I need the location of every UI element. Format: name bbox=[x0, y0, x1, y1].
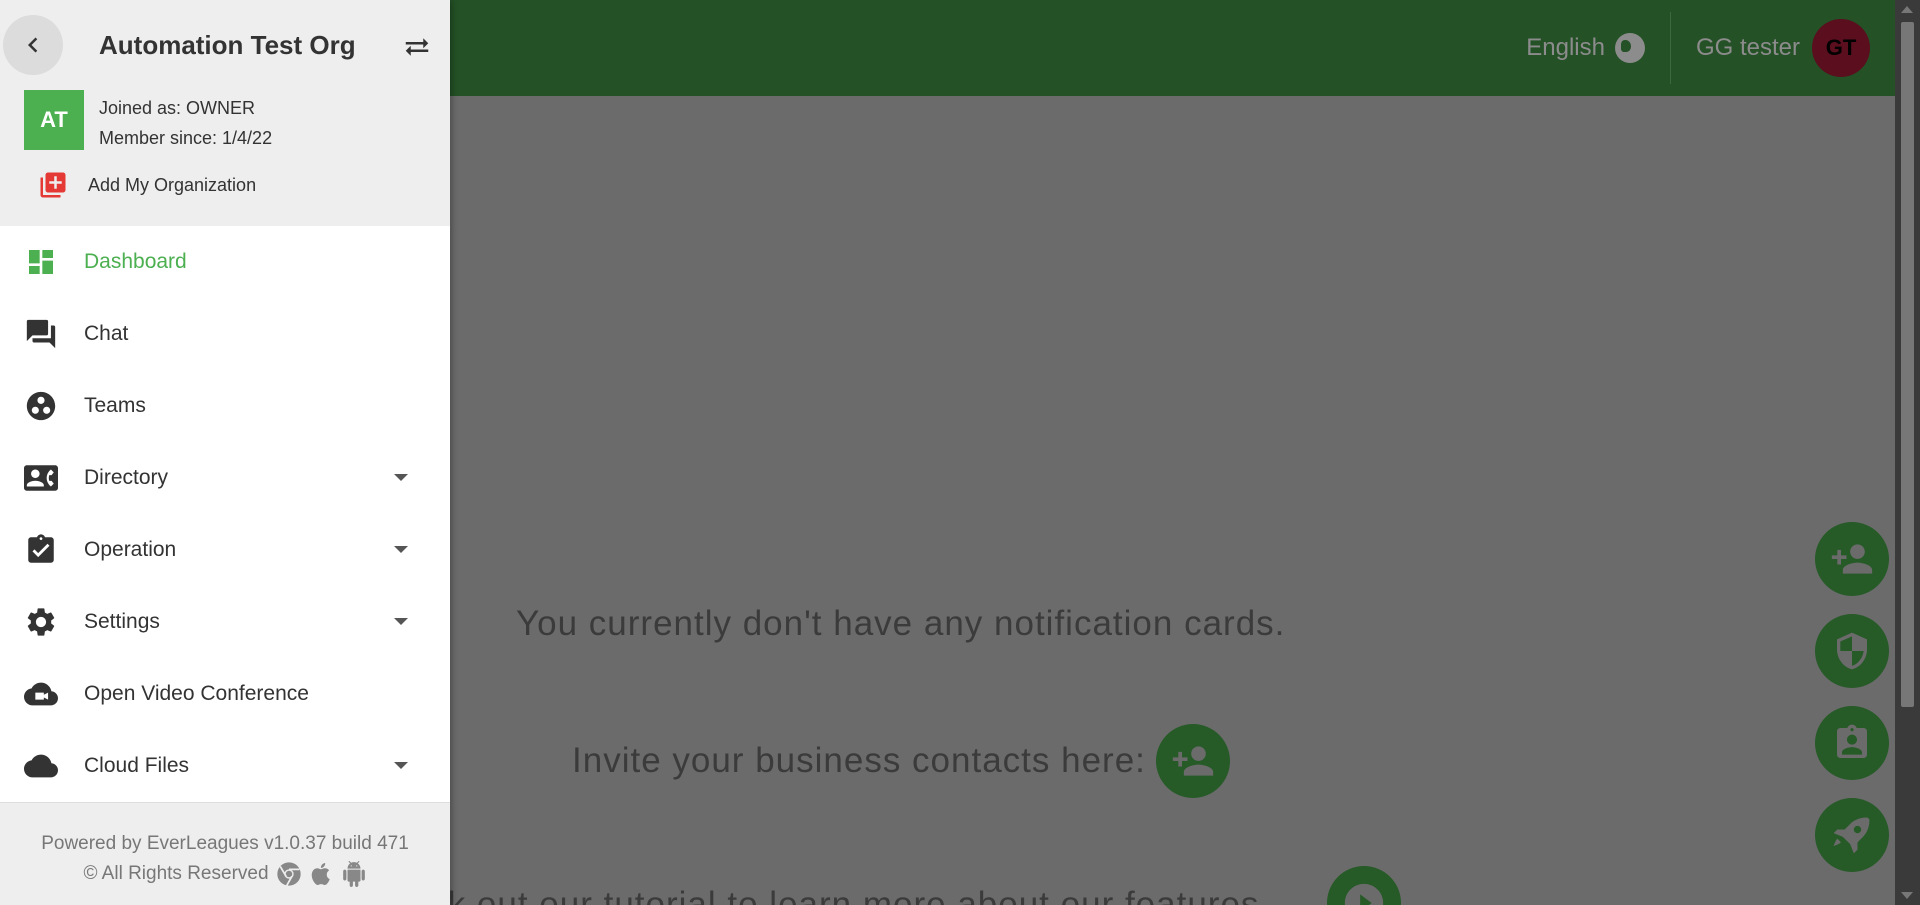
add-org-icon bbox=[40, 172, 66, 198]
nav-item-video-conference[interactable]: Open Video Conference bbox=[0, 658, 450, 730]
main-content: You currently don't have any notificatio… bbox=[450, 96, 1895, 905]
member-since: Member since: 1/4/22 bbox=[99, 128, 273, 148]
cloud-icon bbox=[24, 749, 58, 783]
top-bar-right: English GG tester GT bbox=[1526, 0, 1870, 96]
page-scrollbar[interactable] bbox=[1895, 0, 1920, 905]
chevron-down-icon[interactable] bbox=[394, 618, 408, 625]
nav-label-video-conference: Open Video Conference bbox=[84, 682, 309, 705]
rocket-icon bbox=[1833, 817, 1870, 854]
nav-item-operation[interactable]: Operation bbox=[0, 514, 450, 586]
nav-item-settings[interactable]: Settings bbox=[0, 586, 450, 658]
globe-icon bbox=[1614, 33, 1645, 63]
settings-icon bbox=[24, 605, 58, 639]
org-header: Automation Test Org AT Joined as: OWNER … bbox=[0, 0, 450, 226]
rights-text: © All Rights Reserved bbox=[83, 863, 269, 884]
language-label: English bbox=[1526, 34, 1605, 61]
add-organization-link[interactable]: Add My Organization bbox=[38, 170, 256, 200]
close-drawer-button[interactable] bbox=[3, 15, 63, 75]
directory-icon bbox=[24, 461, 58, 495]
nav-item-directory[interactable]: Directory bbox=[0, 442, 450, 514]
chat-icon bbox=[24, 317, 58, 351]
teams-icon bbox=[24, 389, 58, 423]
chrome-icon[interactable] bbox=[275, 860, 303, 888]
add-person-icon bbox=[1831, 544, 1873, 574]
nav-label-chat: Chat bbox=[84, 322, 129, 345]
org-name: Automation Test Org bbox=[99, 30, 356, 60]
tutorial-text: Check out our tutorial to learn more abo… bbox=[362, 885, 1262, 905]
chevron-down-icon[interactable] bbox=[394, 546, 408, 553]
android-icon[interactable] bbox=[341, 860, 367, 888]
drawer-nav: Dashboard Chat Teams Directory Operation… bbox=[0, 226, 450, 802]
apple-icon[interactable] bbox=[309, 860, 335, 888]
language-selector[interactable]: English bbox=[1526, 12, 1671, 84]
footer-rights-row: © All Rights Reserved bbox=[0, 859, 450, 889]
dashboard-icon bbox=[24, 245, 58, 279]
nav-item-dashboard[interactable]: Dashboard bbox=[0, 226, 450, 298]
nav-item-cloud-files[interactable]: Cloud Files bbox=[0, 730, 450, 802]
empty-notifications-message: You currently don't have any notificatio… bbox=[516, 604, 1286, 643]
add-organization-label: Add My Organization bbox=[88, 174, 257, 195]
operation-icon bbox=[24, 533, 58, 567]
back-arrow-icon bbox=[28, 37, 38, 53]
nav-label-dashboard: Dashboard bbox=[84, 250, 187, 273]
floating-actions bbox=[1815, 522, 1889, 872]
badge-icon bbox=[1837, 724, 1867, 758]
joined-as: Joined as: OWNER bbox=[99, 98, 256, 118]
user-avatar: GT bbox=[1812, 19, 1870, 77]
badge-fab[interactable] bbox=[1815, 706, 1889, 780]
shield-icon bbox=[1837, 632, 1867, 670]
nav-item-teams[interactable]: Teams bbox=[0, 370, 450, 442]
video-icon bbox=[24, 677, 58, 711]
scroll-up-arrow[interactable] bbox=[1901, 6, 1913, 13]
drawer-footer: Powered by EverLeagues v1.0.37 build 471… bbox=[0, 802, 450, 905]
nav-label-operation: Operation bbox=[84, 538, 177, 561]
nav-item-chat[interactable]: Chat bbox=[0, 298, 450, 370]
switch-org-button[interactable] bbox=[402, 34, 432, 65]
user-name: GG tester bbox=[1695, 34, 1800, 61]
nav-label-cloud-files: Cloud Files bbox=[84, 754, 190, 777]
add-person-icon bbox=[1172, 746, 1214, 776]
nav-label-teams: Teams bbox=[84, 394, 146, 417]
chevron-down-icon[interactable] bbox=[394, 474, 408, 481]
play-icon bbox=[1344, 883, 1384, 905]
add-contact-fab[interactable] bbox=[1815, 522, 1889, 596]
nav-label-directory: Directory bbox=[84, 466, 169, 489]
user-menu[interactable]: GG tester GT bbox=[1671, 19, 1870, 77]
invite-row: Invite your business contacts here: bbox=[572, 724, 1230, 798]
security-fab[interactable] bbox=[1815, 614, 1889, 688]
chevron-down-icon[interactable] bbox=[394, 762, 408, 769]
scroll-down-arrow[interactable] bbox=[1901, 892, 1913, 899]
navigation-drawer: Automation Test Org AT Joined as: OWNER … bbox=[0, 0, 450, 905]
member-info: Joined as: OWNER Member since: 1/4/22 bbox=[99, 93, 272, 153]
scroll-thumb[interactable] bbox=[1901, 22, 1914, 707]
org-avatar: AT bbox=[24, 90, 84, 150]
launch-fab[interactable] bbox=[1815, 798, 1889, 872]
invite-text: Invite your business contacts here: bbox=[572, 741, 1146, 780]
powered-by: Powered by EverLeagues v1.0.37 build 471 bbox=[41, 833, 409, 854]
switch-org-icon bbox=[405, 38, 429, 56]
nav-label-settings: Settings bbox=[84, 610, 160, 633]
invite-contacts-button[interactable] bbox=[1155, 724, 1230, 798]
